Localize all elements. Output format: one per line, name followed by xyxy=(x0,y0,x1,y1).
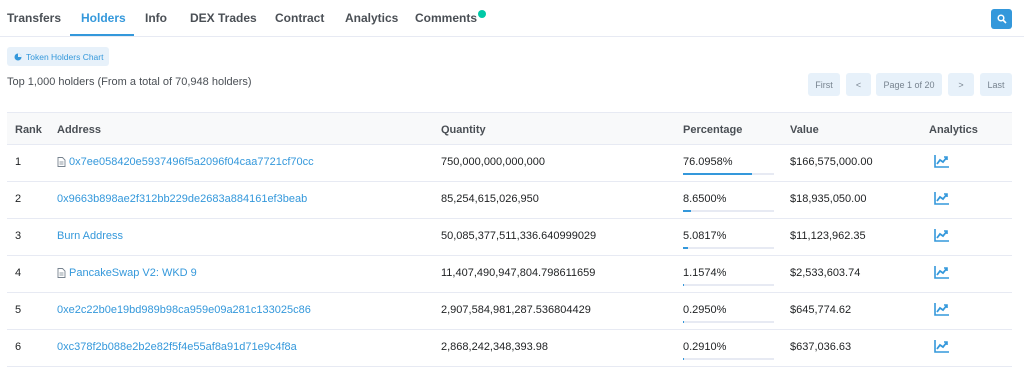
pager-first-button[interactable]: First xyxy=(808,73,840,96)
notification-dot xyxy=(478,10,486,18)
address-text: 0xe2c22b0e19bd989b98ca959e09a281c133025c… xyxy=(57,304,311,316)
analytics-chart-icon[interactable] xyxy=(934,191,950,205)
address-text: 0x7ee058420e5937496f5a2096f04caa7721cf70… xyxy=(69,156,314,168)
chart-button-label: Token Holders Chart xyxy=(26,51,104,62)
rank-cell: 4 xyxy=(15,267,22,279)
value-cell: $166,575,000.00 xyxy=(790,156,873,168)
address-text: 0xc378f2b088e2b2e82f5f4e55af8a91d71e9c4f… xyxy=(57,341,297,353)
percentage-bar-fill xyxy=(683,321,685,323)
address-link[interactable]: 0x7ee058420e5937496f5a2096f04caa7721cf70… xyxy=(57,156,314,168)
pager-next-button[interactable]: > xyxy=(948,73,974,96)
percentage-bar-fill xyxy=(683,173,753,175)
column-header-percentage: Percentage xyxy=(683,124,743,136)
column-header-address: Address xyxy=(57,124,102,136)
analytics-chart-icon[interactable] xyxy=(934,265,950,279)
quantity-cell: 750,000,000,000,000 xyxy=(441,156,545,168)
column-header-analytics: Analytics xyxy=(929,124,978,136)
address-text: 0x9663b898ae2f312bb229de2683a884161ef3be… xyxy=(57,193,308,205)
address-text: Burn Address xyxy=(57,230,124,242)
percentage-bar xyxy=(683,358,774,360)
table-row: 2 0x9663b898ae2f312bb229de2683a884161ef3b… xyxy=(7,182,1012,219)
percentage-cell: 0.2910% xyxy=(683,341,727,353)
analytics-chart-icon[interactable] xyxy=(934,302,950,316)
analytics-chart-icon[interactable] xyxy=(934,228,950,242)
analytics-chart-icon[interactable] xyxy=(934,154,950,168)
tab-holders[interactable]: Holders xyxy=(81,11,126,25)
search-button[interactable] xyxy=(991,9,1012,29)
percentage-cell: 8.6500% xyxy=(683,193,727,205)
analytics-chart-icon[interactable] xyxy=(934,339,950,353)
address-link[interactable]: Burn Address xyxy=(57,230,123,242)
table-row: 3 Burn Address 50,085,377,511,336.64099902… xyxy=(7,219,1012,256)
percentage-bar xyxy=(683,321,774,323)
percentage-bar xyxy=(683,247,774,249)
percentage-bar xyxy=(683,210,774,212)
search-icon xyxy=(996,14,1007,24)
tab-dex-trades[interactable]: DEX Trades xyxy=(190,11,257,25)
value-cell: $2,533,603.74 xyxy=(790,267,861,279)
table-row: 5 0xe2c22b0e19bd989b98ca959e09a281c133025… xyxy=(7,293,1012,330)
contract-file-icon xyxy=(57,157,66,167)
pager-prev-button[interactable]: < xyxy=(846,73,871,96)
tab-comments[interactable]: Comments xyxy=(415,11,477,25)
percentage-bar-fill xyxy=(683,210,691,212)
value-cell: $645,774.62 xyxy=(790,304,852,316)
rank-cell: 6 xyxy=(15,341,22,353)
percentage-bar-fill xyxy=(683,358,685,360)
rank-cell: 2 xyxy=(15,193,22,205)
token-holders-chart-button[interactable]: Token Holders Chart xyxy=(7,47,109,66)
address-text: PancakeSwap V2: WKD 9 xyxy=(69,267,197,279)
percentage-bar-fill xyxy=(683,284,685,286)
pager-page-indicator: Page 1 of 20 xyxy=(876,73,942,96)
quantity-cell: 11,407,490,947,804.798611659 xyxy=(441,267,596,279)
percentage-cell: 1.1574% xyxy=(683,267,727,279)
address-link[interactable]: PancakeSwap V2: WKD 9 xyxy=(57,267,197,279)
rank-cell: 5 xyxy=(15,304,22,316)
address-link[interactable]: 0x9663b898ae2f312bb229de2683a884161ef3be… xyxy=(57,193,307,205)
tab-info[interactable]: Info xyxy=(145,11,167,25)
table-row: 1 0x7ee058420e5937496f5a2096f04caa7721cf7… xyxy=(7,145,1012,182)
value-cell: $18,935,050.00 xyxy=(790,193,867,205)
percentage-cell: 0.2950% xyxy=(683,304,727,316)
active-tab-indicator xyxy=(70,34,134,36)
percentage-cell: 5.0817% xyxy=(683,230,727,242)
quantity-cell: 2,868,242,348,393.98 xyxy=(441,341,549,353)
quantity-cell: 85,254,615,026,950 xyxy=(441,193,539,205)
tab-bar: Transfers Holders Info DEX Trades Contra… xyxy=(0,0,1024,37)
percentage-bar xyxy=(683,173,774,175)
percentage-cell: 76.0958% xyxy=(683,156,733,168)
tab-transfers[interactable]: Transfers xyxy=(7,11,61,25)
table-row: 4 PancakeSwap V2: WKD 9 11,407,490,947,804… xyxy=(7,256,1012,293)
column-header-rank: Rank xyxy=(15,124,42,136)
quantity-cell: 50,085,377,511,336.640999029 xyxy=(441,230,597,242)
table-row: 6 0xc378f2b088e2b2e82f5f4e55af8a91d71e9c4… xyxy=(7,330,1012,367)
holders-summary: Top 1,000 holders (From a total of 70,94… xyxy=(7,76,252,88)
percentage-bar-fill xyxy=(683,247,688,249)
column-header-value: Value xyxy=(790,124,819,136)
tab-analytics[interactable]: Analytics xyxy=(345,11,398,25)
quantity-cell: 2,907,584,981,287.536804429 xyxy=(441,304,591,316)
chevron-right-icon: > xyxy=(958,79,964,90)
tab-contract[interactable]: Contract xyxy=(275,11,324,25)
value-cell: $11,123,962.35 xyxy=(790,230,866,242)
value-cell: $637,036.63 xyxy=(790,341,852,353)
rank-cell: 3 xyxy=(15,230,22,242)
contract-file-icon xyxy=(57,268,66,278)
table-header: Rank Address Quantity Percentage Value A… xyxy=(7,112,1012,145)
percentage-bar xyxy=(683,284,774,286)
column-header-quantity: Quantity xyxy=(441,124,486,136)
chevron-left-icon: < xyxy=(855,79,862,90)
rank-cell: 1 xyxy=(15,156,22,168)
address-link[interactable]: 0xe2c22b0e19bd989b98ca959e09a281c133025c… xyxy=(57,304,311,316)
pager-last-button[interactable]: Last xyxy=(980,73,1012,96)
address-link[interactable]: 0xc378f2b088e2b2e82f5f4e55af8a91d71e9c4f… xyxy=(57,341,297,353)
pie-chart-icon xyxy=(14,53,22,60)
